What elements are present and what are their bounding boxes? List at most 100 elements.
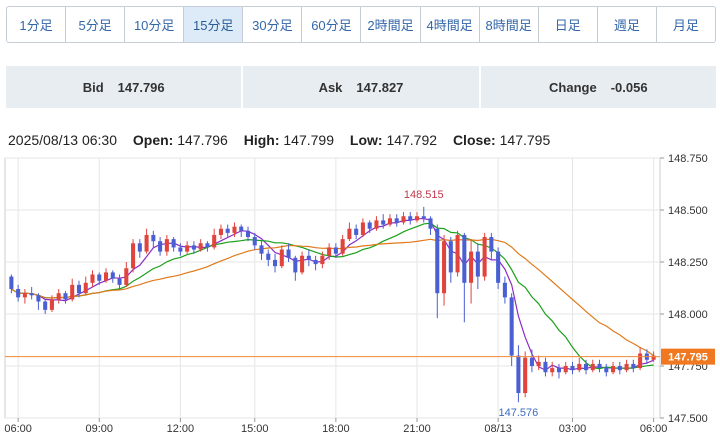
candle-body <box>110 272 115 279</box>
tab-monthly[interactable]: 月足 <box>657 7 715 42</box>
x-tick-label: 21:00 <box>403 423 431 435</box>
candle-body <box>469 251 474 283</box>
tab-weekly[interactable]: 週足 <box>598 7 657 42</box>
candle-body <box>509 297 514 356</box>
bid-cell: Bid 147.796 <box>6 66 244 108</box>
tab-5min[interactable]: 5分足 <box>66 7 126 42</box>
candle-body <box>49 299 54 310</box>
candle-body <box>16 289 21 298</box>
tab-30min[interactable]: 30分足 <box>243 7 303 42</box>
candle-body <box>624 363 629 371</box>
candle-body <box>300 255 305 273</box>
timeframe-tabs: 1分足 5分足 10分足 15分足 30分足 60分足 2時間足 4時間足 8時… <box>6 6 716 43</box>
candle-body <box>212 234 217 248</box>
ohlc-close-value: 147.795 <box>499 132 551 148</box>
candle-body <box>462 234 467 283</box>
candle-body <box>259 245 264 254</box>
x-tick-label: 06:00 <box>640 423 668 435</box>
change-cell: Change -0.056 <box>481 66 716 108</box>
candle-body <box>90 274 95 283</box>
candle-body <box>435 228 440 294</box>
candle-body <box>604 368 609 373</box>
ohlc-open-label: Open: <box>132 132 174 148</box>
ask-label: Ask <box>318 79 343 95</box>
tab-1min[interactable]: 1分足 <box>7 7 67 42</box>
change-label: Change <box>549 79 597 95</box>
tab-8hour[interactable]: 8時間足 <box>480 7 539 42</box>
x-tick-label: 18:00 <box>322 423 350 435</box>
candle-body <box>36 295 41 302</box>
candle-body <box>164 239 169 252</box>
candle-body <box>313 259 318 265</box>
candle-body <box>56 293 61 300</box>
candle-body <box>225 228 230 233</box>
tab-daily[interactable]: 日足 <box>539 7 598 42</box>
candle-body <box>151 234 156 242</box>
ohlc-datetime: 2025/08/13 06:30 <box>8 132 117 148</box>
tab-4hour[interactable]: 4時間足 <box>421 7 480 42</box>
ohlc-high-value: 147.799 <box>283 132 334 148</box>
candle-body <box>550 368 555 373</box>
candle-body <box>381 220 386 225</box>
bid-label: Bid <box>82 79 104 95</box>
candle-body <box>455 234 460 273</box>
candle-body <box>617 366 622 371</box>
tab-10min[interactable]: 10分足 <box>125 7 185 42</box>
candle-body <box>9 276 14 290</box>
ohlc-open-value: 147.796 <box>177 132 228 148</box>
candle-body <box>387 218 392 225</box>
candle-body <box>279 249 284 267</box>
candle-body <box>428 218 433 229</box>
candle-body <box>536 361 541 366</box>
ohlc-close-label: Close: <box>452 132 496 148</box>
candle-body <box>63 293 68 300</box>
quote-bar: Bid 147.796 Ask 147.827 Change -0.056 <box>6 66 716 108</box>
candle-body <box>401 216 406 223</box>
candle-body <box>556 368 562 373</box>
low-annotation: 147.576 <box>499 407 539 419</box>
ohlc-low-label: Low: <box>349 132 383 148</box>
candle-body <box>178 247 183 252</box>
candle-body <box>529 357 534 366</box>
candle-body <box>76 284 82 294</box>
candle-body <box>273 259 278 267</box>
candle-body <box>611 366 616 373</box>
candle-body <box>191 245 196 250</box>
candle-body <box>543 361 548 373</box>
tab-60min[interactable]: 60分足 <box>302 7 362 42</box>
candle-body <box>232 226 237 233</box>
ohlc-readout: 2025/08/13 06:30 Open: 147.796 High: 147… <box>8 132 562 148</box>
ohlc-low-value: 147.792 <box>386 132 438 148</box>
candle-body <box>489 237 494 252</box>
candle-body <box>502 282 507 298</box>
candle-body <box>347 228 352 240</box>
candle-body <box>245 230 251 238</box>
candle-body <box>293 257 298 273</box>
candle-body <box>516 355 521 394</box>
candle-body <box>354 228 359 235</box>
x-tick-label: 09:00 <box>86 423 114 435</box>
candle-body <box>218 228 223 235</box>
candle-body <box>205 243 210 248</box>
candle-body <box>171 239 176 248</box>
ohlc-high-label: High: <box>243 132 280 148</box>
candle-body <box>43 301 48 310</box>
y-tick-label: 147.500 <box>668 413 708 425</box>
candle-body <box>577 363 582 371</box>
candle-body <box>158 241 163 252</box>
tab-15min[interactable]: 15分足 <box>184 7 244 42</box>
candle-body <box>239 226 244 231</box>
candlestick-chart[interactable]: 148.750148.500148.250148.000147.750147.5… <box>0 150 720 440</box>
candle-body <box>408 216 413 221</box>
candle-body <box>327 247 332 256</box>
candle-body <box>185 245 190 252</box>
y-tick-label: 148.500 <box>668 205 708 217</box>
candle-body <box>583 363 589 371</box>
candle-body <box>22 293 27 298</box>
candle-body <box>631 363 636 369</box>
candle-body <box>340 239 345 254</box>
candle-body <box>421 216 426 219</box>
tab-2hour[interactable]: 2時間足 <box>361 7 421 42</box>
x-tick-label: 03:00 <box>559 423 587 435</box>
candle-body <box>103 272 109 281</box>
